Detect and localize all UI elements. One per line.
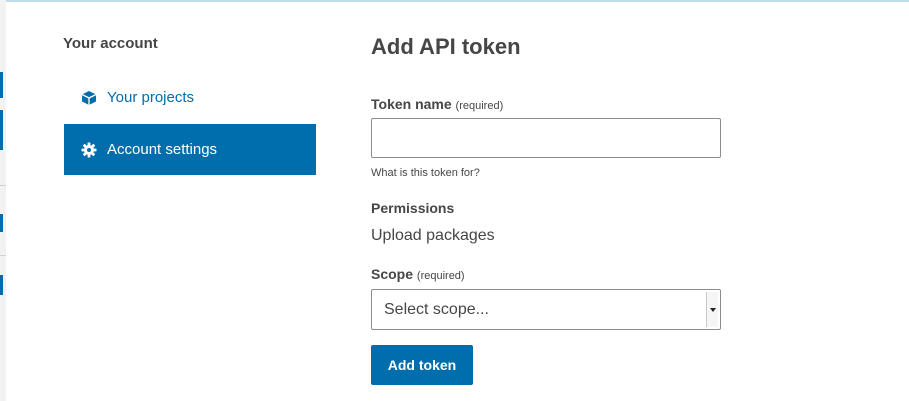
background-window-marker: [0, 110, 3, 150]
add-token-button[interactable]: Add token: [371, 345, 473, 385]
background-window-marker: [0, 275, 3, 295]
scope-label-text: Scope: [371, 266, 414, 282]
page-title: Add API token: [371, 34, 521, 59]
background-window-divider: [0, 255, 6, 256]
required-marker: (required): [416, 270, 465, 282]
background-window-marker: [0, 214, 3, 232]
sidebar-item-label: Account settings: [107, 141, 218, 158]
gear-icon: [80, 141, 98, 159]
top-border: [0, 0, 909, 2]
token-name-label-text: Token name: [371, 96, 452, 112]
token-name-help-text: What is this token for?: [371, 167, 480, 179]
background-window-edge: [0, 0, 6, 401]
sidebar-item-account-settings[interactable]: Account settings: [64, 124, 316, 175]
sidebar-item-your-projects[interactable]: Your projects: [64, 72, 316, 123]
required-marker: (required): [455, 100, 504, 112]
cube-icon: [80, 89, 98, 107]
sidebar-title: Your account: [63, 35, 158, 52]
scope-select[interactable]: Select scope...: [371, 289, 721, 330]
token-name-input[interactable]: [371, 118, 721, 158]
permissions-value: Upload packages: [371, 227, 495, 244]
scope-select-value: Select scope...: [384, 301, 489, 318]
scope-label: Scope (required): [371, 266, 465, 282]
chevron-down-icon[interactable]: [706, 292, 718, 327]
token-name-label: Token name (required): [371, 96, 503, 112]
sidebar-item-label: Your projects: [107, 89, 194, 106]
background-window-marker: [0, 72, 3, 98]
background-window-divider: [0, 185, 6, 186]
page: Your account Your projects Account setti…: [0, 0, 909, 401]
permissions-label: Permissions: [371, 200, 455, 216]
